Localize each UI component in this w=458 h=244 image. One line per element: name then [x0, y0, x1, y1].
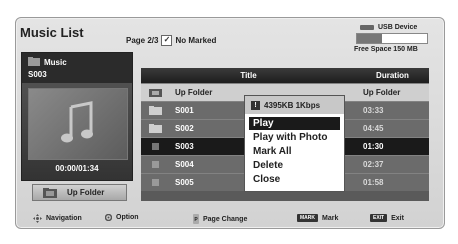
- usb-device-status: USB Device Free Space 150 MB: [354, 24, 428, 53]
- up-folder-button[interactable]: Up Folder: [32, 184, 127, 201]
- list-item-duration: 04:45: [363, 124, 384, 133]
- navigation-label: Navigation: [46, 215, 82, 222]
- menu-item-delete[interactable]: Delete: [249, 159, 340, 172]
- popup-header: ! 4395KB 1Kbps: [245, 96, 344, 114]
- list-item-duration: Up Folder: [363, 88, 401, 97]
- mark-label: Mark: [322, 214, 339, 222]
- preview-folder-name: Music: [44, 58, 67, 67]
- page-change-icon: P: [193, 214, 199, 224]
- file-info: 4395KB 1Kbps: [264, 100, 321, 110]
- mark-key-icon: MARK: [297, 214, 318, 222]
- list-item-duration: 02:37: [363, 160, 384, 169]
- exit-label: Exit: [391, 214, 404, 222]
- page-title: Music List: [20, 25, 84, 40]
- list-item-name: S002: [175, 124, 194, 133]
- option-label: Option: [116, 214, 139, 221]
- free-space-bar: [356, 33, 428, 44]
- checkbox-icon: ✓: [161, 35, 173, 46]
- exit-key-icon: EXIT: [370, 214, 388, 222]
- up-folder-icon: [43, 187, 57, 198]
- footer-exit: EXIT Exit: [370, 214, 404, 222]
- preview-header: Music S003: [22, 53, 132, 83]
- music-file-icon: [152, 143, 159, 150]
- list-item-duration: 03:33: [363, 106, 384, 115]
- up-folder-icon: [149, 89, 162, 97]
- list-item-name: S003: [175, 142, 194, 151]
- page-change-label: Page Change: [203, 215, 248, 223]
- footer-bar: Navigation Option P Page Change MARK Mar…: [21, 212, 441, 226]
- column-duration: Duration: [376, 71, 409, 80]
- list-item-duration: 01:30: [363, 142, 384, 151]
- album-art: [28, 88, 128, 160]
- menu-item-play[interactable]: Play: [249, 117, 340, 130]
- menu-item-close[interactable]: Close: [249, 173, 340, 186]
- menu-item-mark-all[interactable]: Mark All: [249, 145, 340, 158]
- footer-navigation: Navigation: [33, 214, 82, 223]
- option-popup: ! 4395KB 1Kbps Play Play with Photo Mark…: [244, 95, 345, 192]
- music-folder-icon: [28, 57, 40, 66]
- list-item-duration: 01:58: [363, 178, 384, 187]
- list-item-name: S005: [175, 178, 194, 187]
- list-item-name: Up Folder: [175, 88, 213, 97]
- free-space-fill: [357, 34, 382, 43]
- folder-icon: [149, 106, 162, 115]
- menu-item-play-with-photo[interactable]: Play with Photo: [249, 131, 340, 144]
- playback-time: 00:00/01:34: [55, 164, 99, 173]
- usb-device-label: USB Device: [378, 24, 418, 31]
- footer-option: Option: [105, 214, 139, 221]
- footer-page-change: P Page Change: [193, 214, 247, 224]
- up-folder-label: Up Folder: [67, 188, 105, 197]
- footer-mark: MARK Mark: [297, 214, 338, 222]
- folder-icon: [149, 124, 162, 133]
- preview-panel: Music S003 00:00/01:34: [21, 52, 133, 181]
- marked-status: No Marked: [175, 36, 217, 45]
- page-status: Page 2/3 ✓ No Marked: [126, 35, 216, 46]
- music-file-icon: [152, 161, 159, 168]
- info-icon: !: [251, 100, 260, 110]
- music-file-icon: [152, 179, 159, 186]
- column-title: Title: [240, 71, 257, 80]
- option-icon: [105, 214, 112, 221]
- page-number: Page 2/3: [126, 36, 159, 45]
- list-header: Title Duration: [141, 68, 429, 83]
- list-item-name: S004: [175, 160, 194, 169]
- navigation-icon: [33, 214, 42, 223]
- free-space-text: Free Space 150 MB: [354, 46, 418, 53]
- music-note-icon: [61, 101, 93, 143]
- preview-file-name: S003: [28, 70, 47, 79]
- list-item-name: S001: [175, 106, 194, 115]
- usb-icon: [360, 25, 374, 30]
